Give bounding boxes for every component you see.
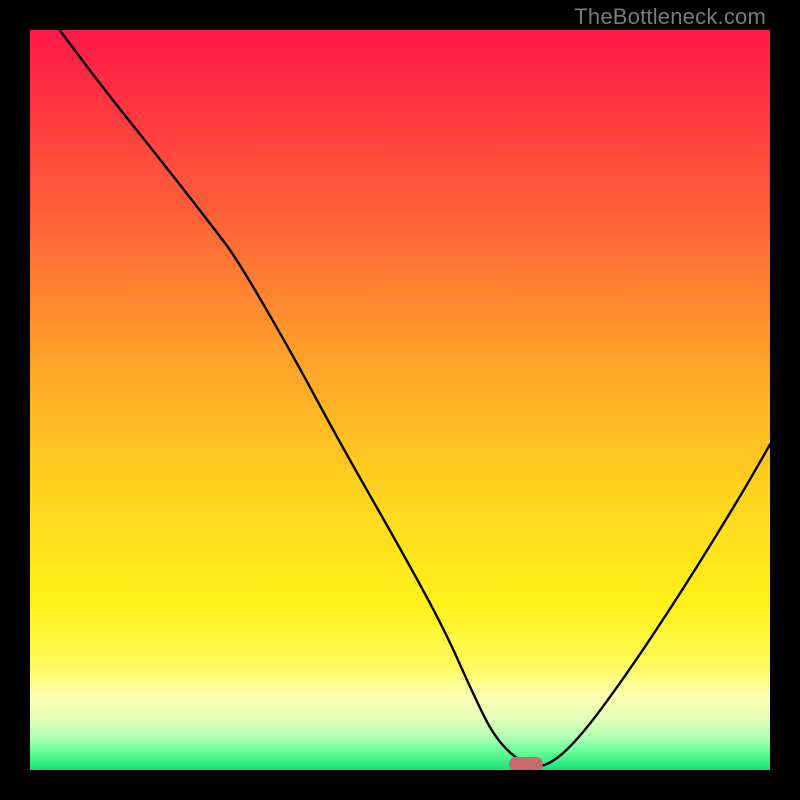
- chart-frame: TheBottleneck.com: [0, 0, 800, 800]
- optimal-marker: [509, 757, 543, 770]
- heat-gradient: [30, 30, 770, 770]
- watermark-text: TheBottleneck.com: [574, 4, 766, 30]
- plot-area: [30, 30, 770, 770]
